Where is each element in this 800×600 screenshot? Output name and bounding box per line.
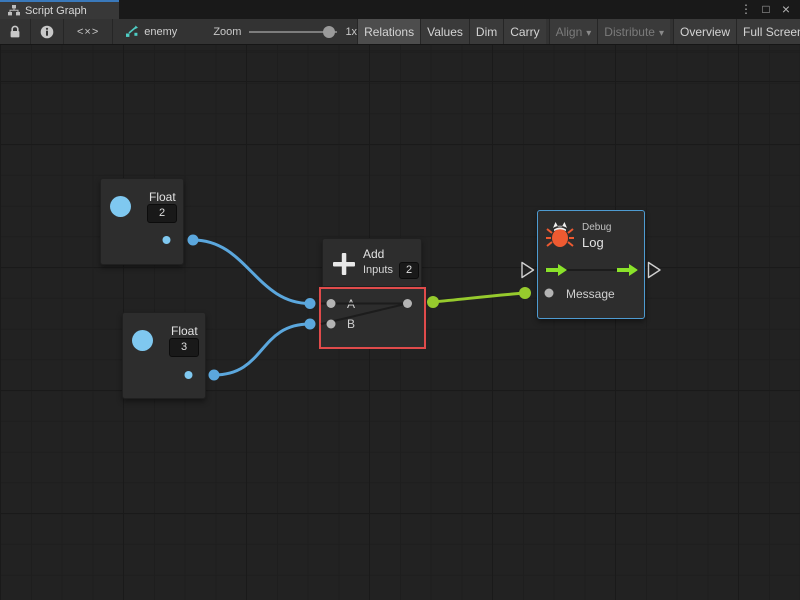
overview-button[interactable]: Overview xyxy=(673,19,736,44)
code-view-button[interactable]: <×> xyxy=(64,19,113,44)
dim-button[interactable]: Dim xyxy=(469,19,503,44)
float-value-field[interactable]: 3 xyxy=(169,338,199,357)
graph-icon xyxy=(125,25,139,38)
wire-endpoint[interactable] xyxy=(209,370,220,381)
wire-float2-to-add-b[interactable] xyxy=(214,324,310,375)
graph-breadcrumb[interactable]: enemy xyxy=(115,19,187,44)
dropdown-arrow-icon xyxy=(659,25,664,39)
wire-endpoint[interactable] xyxy=(427,296,439,308)
wire-float1-to-add-a[interactable] xyxy=(193,240,310,304)
float-type-icon xyxy=(132,330,153,351)
left-icon-group: <×> xyxy=(0,19,113,44)
port-label-a: A xyxy=(347,297,355,311)
inputs-count-field[interactable]: 2 xyxy=(399,262,419,279)
node-title: Float xyxy=(171,324,198,338)
node-float-1[interactable]: Float 2 xyxy=(100,178,184,265)
node-debug-log[interactable]: Debug Log Message xyxy=(537,210,645,319)
zoom-value: 1x xyxy=(345,26,357,38)
code-view-icon: <×> xyxy=(77,26,99,38)
window-controls: ⋮ □ × xyxy=(738,0,800,19)
node-float-2[interactable]: Float 3 xyxy=(122,312,206,399)
zoom-control: Zoom 1x xyxy=(213,19,357,44)
wire-endpoint[interactable] xyxy=(305,319,316,330)
distribute-button[interactable]: Distribute xyxy=(597,19,670,44)
zoom-slider[interactable] xyxy=(249,26,337,38)
carry-button[interactable]: Carry xyxy=(503,19,545,44)
node-title: Float xyxy=(149,190,176,204)
node-title: Add xyxy=(363,247,384,261)
info-icon xyxy=(40,25,54,39)
dropdown-arrow-icon xyxy=(586,25,591,39)
graph-toolbar: <×> enemy Zoom 1x Relations Values Dim xyxy=(0,19,800,45)
port-label-b: B xyxy=(347,317,355,331)
window-close-icon[interactable]: × xyxy=(778,0,794,19)
tab-title: Script Graph xyxy=(25,5,87,17)
window-titlebar: Script Graph ⋮ □ × xyxy=(0,0,800,19)
align-button[interactable]: Align xyxy=(549,19,598,44)
node-add-body-selected[interactable]: A B xyxy=(319,287,426,349)
tab-script-graph[interactable]: Script Graph xyxy=(0,0,119,19)
node-title: Log xyxy=(582,235,604,250)
bug-icon xyxy=(546,219,574,254)
script-graph-tab-icon xyxy=(8,5,20,16)
float-value-field[interactable]: 2 xyxy=(147,204,177,223)
zoom-slider-handle[interactable] xyxy=(323,26,335,38)
lock-button[interactable] xyxy=(0,19,31,44)
lock-icon xyxy=(9,25,21,39)
toolbar-buttons: Relations Values Dim Carry Align Distrib… xyxy=(357,19,800,44)
plus-icon xyxy=(330,250,358,278)
full-screen-button[interactable]: Full Screen xyxy=(736,19,800,44)
graph-name: enemy xyxy=(144,26,177,38)
zoom-label: Zoom xyxy=(213,26,241,38)
values-button[interactable]: Values xyxy=(420,19,469,44)
wire-endpoint[interactable] xyxy=(305,298,316,309)
float-type-icon xyxy=(110,196,131,217)
window-menu-icon[interactable]: ⋮ xyxy=(738,0,754,19)
relations-button[interactable]: Relations xyxy=(357,19,420,44)
inputs-label: Inputs xyxy=(363,264,393,276)
info-button[interactable] xyxy=(31,19,64,44)
window-maximize-icon[interactable]: □ xyxy=(758,0,774,19)
wire-endpoint[interactable] xyxy=(188,235,199,246)
control-input-triangle[interactable] xyxy=(522,263,534,278)
wire-endpoint[interactable] xyxy=(519,287,531,299)
wire-add-to-debug-message[interactable] xyxy=(433,293,525,302)
port-label-message: Message xyxy=(566,287,615,301)
control-output-triangle[interactable] xyxy=(649,263,661,278)
unity-script-graph-window: Script Graph ⋮ □ × xyxy=(0,0,800,600)
node-add-header[interactable]: Add Inputs 2 xyxy=(322,238,422,287)
graph-canvas[interactable]: Float 2 Float 3 Add Inputs 2 A B xyxy=(0,45,800,600)
node-category: Debug xyxy=(582,222,611,233)
